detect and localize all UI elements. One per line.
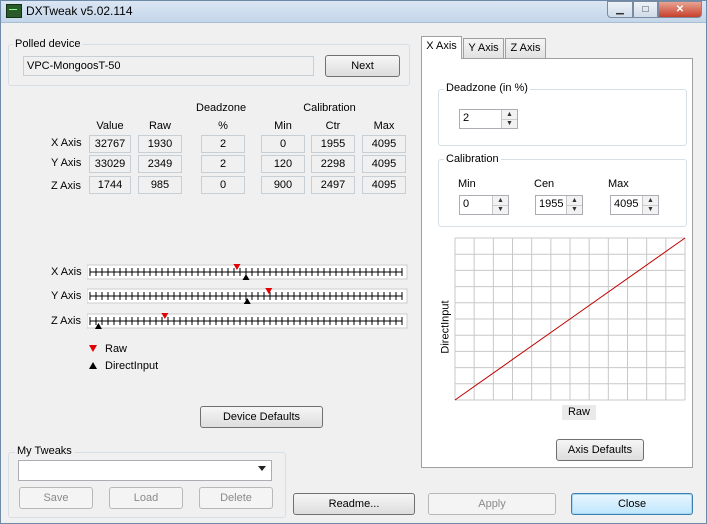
tab-y-axis[interactable]: Y Axis [463,38,504,58]
y-max: 4095 [362,155,406,173]
row-label-y-axis: Y Axis [51,157,82,169]
deadzone-spinner[interactable]: 2 ▲ ▼ [459,109,518,129]
delete-button[interactable]: Delete [199,487,273,509]
axis-calibration-label: Calibration [444,153,501,165]
y-min: 120 [261,155,305,173]
calib-cen-spinner[interactable]: 1955 ▲ ▼ [535,195,583,215]
calibration-header: Calibration [303,102,356,114]
z-deadzone: 0 [201,176,245,194]
calib-min-spinner[interactable]: 0 ▲ ▼ [459,195,509,215]
raw-marker-icon [89,345,97,352]
close-icon: ✕ [675,4,685,15]
legend-directinput-label: DirectInput [105,360,159,372]
maximize-button[interactable]: □ [633,1,658,18]
axis-sliders [87,264,408,329]
deadzone-header: Deadzone [196,102,247,114]
calib-max-label: Max [608,178,629,190]
z-min: 900 [261,176,305,194]
deadzone-spinner-value: 2 [463,112,470,124]
tweaks-select[interactable] [18,460,272,481]
calib-cen-label: Cen [534,178,555,190]
slider-label-x-axis: X Axis [51,266,82,278]
load-button[interactable]: Load [109,487,183,509]
device-defaults-button[interactable]: Device Defaults [200,406,323,428]
next-button[interactable]: Next [325,55,400,77]
row-label-z-axis: Z Axis [51,180,81,192]
legend-raw-label: Raw [105,343,128,355]
x-ctr: 1955 [311,135,355,153]
spin-down-icon[interactable]: ▼ [567,205,582,214]
slider-label-z-axis: Z Axis [51,315,81,327]
calib-max-value: 4095 [614,198,639,210]
spin-down-icon[interactable]: ▼ [643,205,658,214]
response-curve-plot [454,237,686,401]
device-name-field: VPC-MongoosT-50 [23,56,314,76]
polled-device-label: Polled device [13,38,83,50]
readme-button[interactable]: Readme... [293,493,415,515]
z-ctr: 2497 [311,176,355,194]
deadzone-percent-header: % [218,120,228,132]
value-header: Value [96,120,124,132]
axis-calibration-group [438,159,687,227]
x-max: 4095 [362,135,406,153]
y-deadzone: 2 [201,155,245,173]
z-value: 1744 [89,176,131,194]
app-icon [6,4,22,18]
tab-z-axis[interactable]: Z Axis [505,38,546,58]
minimize-icon: ▁ [616,4,624,15]
window-title: DXTweak v5.02.114 [26,4,133,18]
title-bar[interactable]: DXTweak v5.02.114 ▁ □ ✕ [1,1,706,23]
raw-header: Raw [148,120,171,132]
calib-min-value: 0 [463,198,470,210]
z-raw: 985 [138,176,182,194]
calib-max-spinner[interactable]: 4095 ▲ ▼ [610,195,659,215]
y-raw: 2349 [138,155,182,173]
axis-defaults-button[interactable]: Axis Defaults [556,439,644,461]
spin-down-icon[interactable]: ▼ [493,205,508,214]
save-button[interactable]: Save [19,487,93,509]
y-value: 33029 [89,155,131,173]
x-deadzone: 2 [201,135,245,153]
my-tweaks-label: My Tweaks [15,445,74,457]
spin-down-icon[interactable]: ▼ [502,119,517,128]
calib-cen-value: 1955 [539,198,564,210]
close-button[interactable]: Close [571,493,693,515]
slider-label-y-axis: Y Axis [51,290,82,302]
x-value: 32767 [89,135,131,153]
curve-ylabel-wrap: DirectInput [437,300,452,354]
z-max: 4095 [362,176,406,194]
min-header: Min [274,120,292,132]
minimize-button[interactable]: ▁ [607,1,633,18]
calib-min-label: Min [458,178,476,190]
curve-xlabel: Raw [562,405,596,420]
x-min: 0 [261,135,305,153]
maximize-icon: □ [642,4,649,15]
dxtweak-window: DXTweak v5.02.114 ▁ □ ✕ Polled device VP… [0,0,707,524]
close-window-button[interactable]: ✕ [658,1,702,18]
directinput-marker-icon [89,362,97,369]
y-ctr: 2298 [311,155,355,173]
tab-x-axis[interactable]: X Axis [421,36,462,59]
axis-deadzone-label: Deadzone (in %) [444,82,530,94]
row-label-x-axis: X Axis [51,137,82,149]
chevron-down-icon [258,466,266,471]
apply-button[interactable]: Apply [428,493,556,515]
max-header: Max [373,120,395,132]
x-raw: 1930 [138,135,182,153]
curve-ylabel: DirectInput [439,300,452,354]
ctr-header: Ctr [325,120,341,132]
